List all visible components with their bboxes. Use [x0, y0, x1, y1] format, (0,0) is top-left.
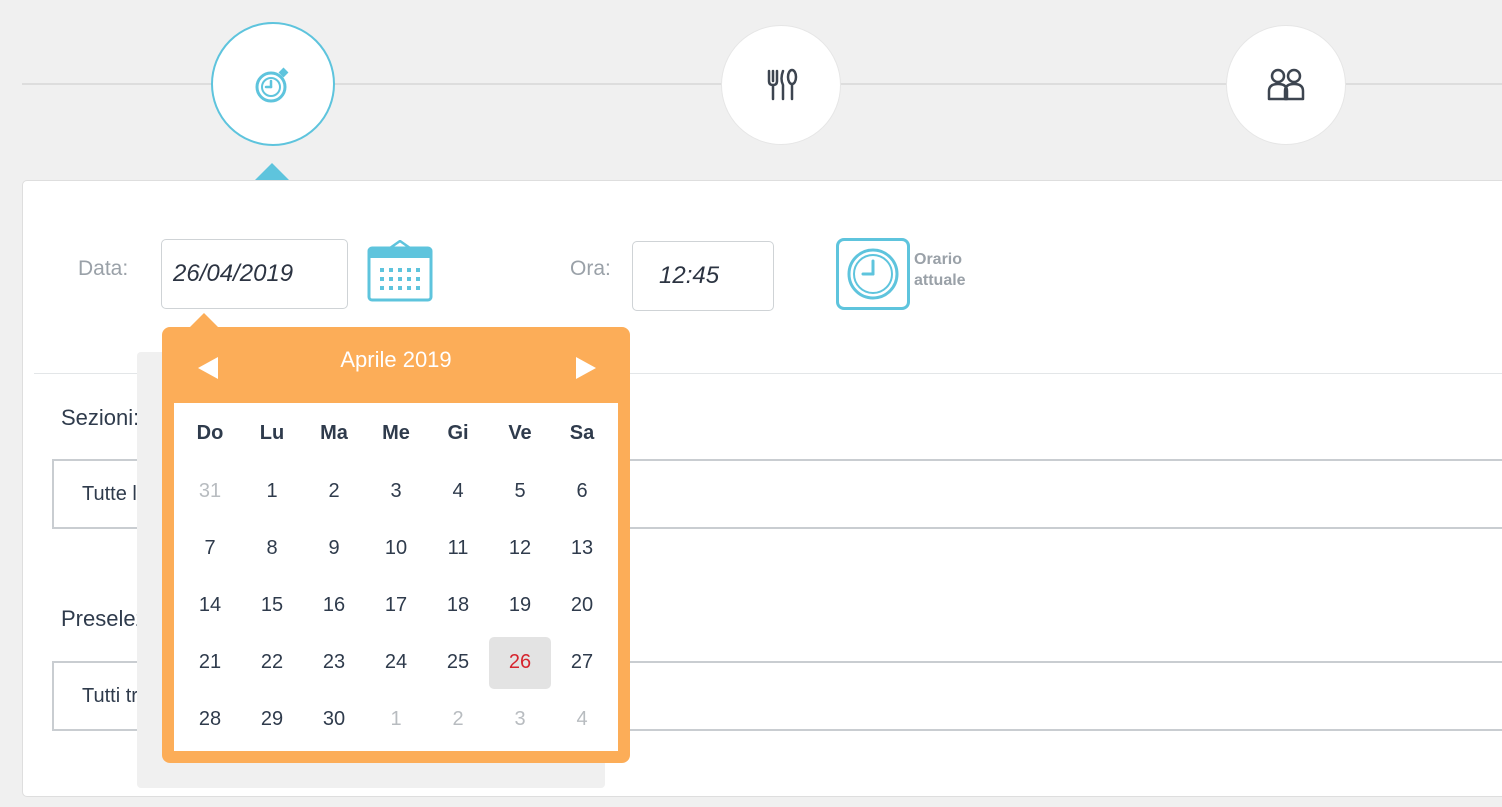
people-icon [1267, 68, 1305, 101]
time-value: 12:45 [659, 262, 720, 289]
next-month-button[interactable] [576, 357, 596, 379]
day-cell[interactable]: 14 [179, 580, 241, 632]
day-cell[interactable]: 4 [551, 694, 613, 746]
day-cell[interactable]: 7 [179, 523, 241, 575]
cutlery-icon [767, 68, 798, 101]
day-cell[interactable]: 2 [303, 466, 365, 518]
current-time-button[interactable] [836, 238, 910, 310]
day-cell[interactable]: 6 [551, 466, 613, 518]
day-cell[interactable]: 1 [365, 694, 427, 746]
day-cell[interactable]: 18 [427, 580, 489, 632]
datepicker-body: Do Lu Ma Me Gi Ve Sa 31 1 2 3 4 5 6 7 8 9 10 11 12 13 14 15 16 1… [174, 403, 618, 751]
day-cell[interactable]: 23 [303, 637, 365, 689]
day-cell[interactable]: 21 [179, 637, 241, 689]
step-people[interactable] [1226, 25, 1346, 145]
weekday-label: Ve [508, 421, 532, 444]
day-cell-selected[interactable]: 26 [489, 636, 551, 689]
day-cell[interactable]: 24 [365, 637, 427, 689]
day-cell[interactable]: 12 [489, 523, 551, 575]
weekday-label: Me [382, 421, 410, 444]
weekday-header: Do Lu Ma Me Gi Ve Sa [179, 403, 615, 463]
day-cell[interactable]: 2 [427, 694, 489, 746]
step-food[interactable] [721, 25, 841, 145]
day-cell[interactable]: 13 [551, 523, 613, 575]
day-cell[interactable]: 30 [303, 694, 365, 746]
current-time-label-line1: Orario [914, 251, 963, 268]
current-time-label[interactable]: Orario attuale [914, 249, 966, 291]
day-cell[interactable]: 25 [427, 637, 489, 689]
day-cell[interactable]: 11 [427, 523, 489, 575]
weekday-label: Gi [447, 421, 469, 444]
day-cell[interactable]: 10 [365, 523, 427, 575]
day-cell[interactable]: 8 [241, 523, 303, 575]
preselection-value: Tutti tr [82, 684, 138, 707]
day-cell[interactable]: 9 [303, 523, 365, 575]
datepicker-title: Aprile 2019 [340, 347, 452, 372]
day-cell[interactable]: 31 [179, 466, 241, 518]
preselection-label: Preselez [61, 606, 147, 631]
day-cell[interactable]: 4 [427, 466, 489, 518]
date-input[interactable]: 26/04/2019 [161, 239, 348, 309]
day-cell[interactable]: 1 [241, 466, 303, 518]
active-step-pointer [254, 163, 290, 181]
day-cell[interactable]: 29 [241, 694, 303, 746]
day-cell[interactable]: 15 [241, 580, 303, 632]
weekday-label: Do [196, 421, 224, 444]
time-input[interactable]: 12:45 [632, 241, 774, 311]
day-cell[interactable]: 19 [489, 580, 551, 632]
time-label: Ora: [570, 257, 611, 280]
day-cell[interactable]: 28 [179, 694, 241, 746]
date-label: Data: [78, 257, 129, 280]
day-cell[interactable]: 17 [365, 580, 427, 632]
day-cell[interactable]: 20 [551, 580, 613, 632]
date-value: 26/04/2019 [173, 260, 294, 287]
day-cell[interactable]: 3 [365, 466, 427, 518]
calendar-icon[interactable] [366, 240, 434, 304]
day-cell[interactable]: 5 [489, 466, 551, 518]
clock-icon [847, 248, 899, 300]
week-row: 28 29 30 1 2 3 4 [179, 691, 615, 748]
week-row: 31 1 2 3 4 5 6 [179, 463, 615, 520]
current-time-label-line2: attuale [914, 272, 966, 289]
day-cell[interactable]: 22 [241, 637, 303, 689]
day-cell[interactable]: 16 [303, 580, 365, 632]
week-row: 21 22 23 24 25 26 27 [179, 634, 615, 691]
week-row: 14 15 16 17 18 19 20 [179, 577, 615, 634]
day-cell[interactable]: 27 [551, 637, 613, 689]
sections-label: Sezioni: [61, 405, 140, 430]
stopwatch-icon [255, 67, 289, 103]
step-time[interactable] [211, 22, 335, 146]
weekday-label: Lu [259, 421, 285, 444]
datepicker-grid: Do Lu Ma Me Gi Ve Sa 31 1 2 3 4 5 6 7 8 9 10 11 12 13 14 15 16 1… [179, 403, 615, 748]
weekday-label: Ma [320, 421, 348, 444]
weekday-label: Sa [569, 421, 595, 444]
week-row: 7 8 9 10 11 12 13 [179, 520, 615, 577]
day-cell[interactable]: 3 [489, 694, 551, 746]
datepicker: Aprile 2019 Do Lu Ma Me Gi Ve Sa 31 1 2 3 4 5 6 7 8 9 10 1… [162, 327, 630, 763]
